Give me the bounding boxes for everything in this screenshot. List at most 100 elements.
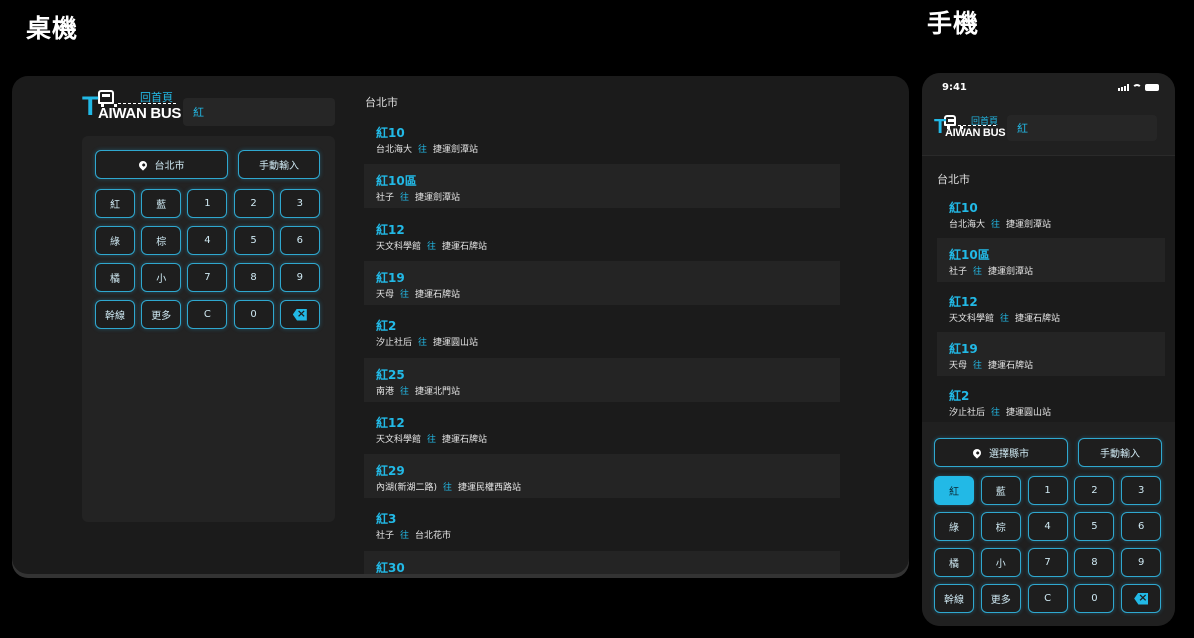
- key-藍[interactable]: 藍: [141, 189, 182, 218]
- route-name: 紅10區: [949, 248, 990, 262]
- route-row[interactable]: 紅2 汐止社后往捷運圓山站: [937, 379, 1165, 422]
- route-row[interactable]: 紅25 南港往捷運北門站: [364, 357, 840, 402]
- route-row[interactable]: 紅2 汐止社后往捷運圓山站: [364, 309, 840, 353]
- select-city-button[interactable]: 選擇縣市: [934, 438, 1068, 467]
- key-2[interactable]: 2: [233, 189, 274, 218]
- button-label: 6: [296, 235, 303, 246]
- backspace-key[interactable]: [279, 300, 320, 329]
- key-8[interactable]: 8: [1074, 548, 1115, 577]
- key-5[interactable]: 5: [233, 226, 274, 255]
- button-label: 3: [296, 198, 303, 209]
- key-綠[interactable]: 綠: [95, 226, 135, 255]
- route-row[interactable]: 紅12 天文科學館往捷運石牌站: [937, 285, 1165, 329]
- route-list: 紅10 台北海大往捷運劍潭站 紅10區 社子往捷運劍潭站 紅12 天文科學館往捷運石牌站紅…: [364, 116, 840, 574]
- button-label: 8: [250, 272, 257, 283]
- route-row[interactable]: 紅10區 社子往捷運劍潭站: [364, 164, 840, 209]
- direction-word: 往: [427, 434, 437, 445]
- key-6[interactable]: 6: [279, 226, 320, 255]
- route-row[interactable]: 紅19 天母往捷運石牌站: [937, 332, 1165, 376]
- button-label: 8: [1091, 557, 1098, 568]
- route-direction: 南港往捷運北門站: [376, 384, 460, 397]
- key-3[interactable]: 3: [1121, 476, 1162, 505]
- logo-dash: [118, 103, 176, 104]
- location-pin-icon: [136, 158, 149, 171]
- manual-input-button[interactable]: 手動輸入: [238, 150, 320, 179]
- key-C[interactable]: C: [1027, 584, 1068, 613]
- button-label: 選擇縣市: [989, 449, 1029, 460]
- route-row[interactable]: 紅12 天文科學館往捷運石牌站: [364, 213, 840, 257]
- route-direction: 汐止社后往捷運圓山站: [376, 335, 478, 348]
- route-destination: 捷運圓山站: [1006, 408, 1052, 418]
- select-city-button[interactable]: 台北市: [95, 150, 228, 179]
- key-1[interactable]: 1: [1027, 476, 1068, 505]
- manual-input-button[interactable]: 手動輸入: [1078, 438, 1162, 467]
- button-label: 5: [1091, 521, 1098, 532]
- mobile-frame: 9:41 回首頁 T AIWAN BUS 紅 台北市 紅10 台北海大往捷運劍潭站…: [922, 73, 1175, 626]
- route-row[interactable]: 紅30: [364, 550, 840, 574]
- key-3[interactable]: 3: [279, 189, 320, 218]
- key-藍[interactable]: 藍: [980, 476, 1021, 505]
- route-origin: 天文科學館: [376, 241, 422, 252]
- key-2[interactable]: 2: [1074, 476, 1115, 505]
- key-7[interactable]: 7: [1027, 548, 1068, 577]
- key-幹線[interactable]: 幹線: [95, 300, 135, 329]
- status-time: 9:41: [942, 82, 967, 93]
- button-label: 幹線: [944, 595, 964, 606]
- key-橘[interactable]: 橘: [934, 548, 974, 577]
- route-direction: 台北海大往捷運劍潭站: [949, 217, 1051, 230]
- key-小[interactable]: 小: [141, 263, 182, 292]
- key-紅[interactable]: 紅: [934, 476, 974, 505]
- button-label: 9: [296, 272, 303, 283]
- route-name: 紅12: [949, 295, 978, 309]
- route-row[interactable]: 紅12 天文科學館往捷運石牌站: [364, 406, 840, 450]
- key-5[interactable]: 5: [1074, 512, 1115, 541]
- key-棕[interactable]: 棕: [980, 512, 1021, 541]
- route-row[interactable]: 紅29 內湖(新湖二路) 往捷運民權西路站: [364, 454, 840, 499]
- key-9[interactable]: 9: [279, 263, 320, 292]
- logo-dash: [958, 125, 996, 126]
- route-destination: 捷運劍潭站: [988, 267, 1034, 277]
- route-row[interactable]: 紅19 天母往捷運石牌站: [364, 260, 840, 305]
- route-row[interactable]: 紅3 社子往台北花市: [364, 502, 840, 546]
- direction-word: 往: [1000, 314, 1010, 324]
- route-destination: 台北花市: [415, 531, 452, 542]
- route-row[interactable]: 紅10 台北海大往捷運劍潭站: [937, 191, 1165, 235]
- key-6[interactable]: 6: [1121, 512, 1162, 541]
- key-7[interactable]: 7: [187, 263, 228, 292]
- backspace-key[interactable]: [1121, 584, 1162, 613]
- key-9[interactable]: 9: [1121, 548, 1162, 577]
- key-紅[interactable]: 紅: [95, 189, 135, 218]
- route-origin: 社子: [376, 193, 395, 204]
- key-0[interactable]: 0: [233, 300, 274, 329]
- button-label: 紅: [949, 487, 959, 498]
- city-title-mobile: 台北市: [937, 173, 970, 186]
- taiwan-bus-logo[interactable]: 回首頁 T AIWAN BUS: [82, 90, 182, 124]
- key-更多[interactable]: 更多: [141, 300, 182, 329]
- key-小[interactable]: 小: [980, 548, 1021, 577]
- bus-icon: [98, 90, 117, 107]
- key-0[interactable]: 0: [1074, 584, 1115, 613]
- button-label: 2: [1091, 485, 1098, 496]
- route-search-input-mobile[interactable]: 紅: [1007, 115, 1157, 141]
- route-search-input[interactable]: 紅: [183, 98, 335, 126]
- key-8[interactable]: 8: [233, 263, 274, 292]
- button-label: 0: [250, 309, 257, 320]
- key-更多[interactable]: 更多: [980, 584, 1021, 613]
- route-name: 紅10: [949, 201, 978, 215]
- key-綠[interactable]: 綠: [934, 512, 974, 541]
- taiwan-bus-logo-mobile[interactable]: 回首頁 T AIWAN BUS: [934, 115, 1006, 141]
- key-棕[interactable]: 棕: [141, 226, 182, 255]
- key-4[interactable]: 4: [187, 226, 228, 255]
- route-row[interactable]: 紅10 台北海大往捷運劍潭站: [364, 116, 840, 160]
- key-4[interactable]: 4: [1027, 512, 1068, 541]
- direction-word: 往: [418, 145, 428, 155]
- key-橘[interactable]: 橘: [95, 263, 135, 292]
- button-label: 3: [1138, 485, 1145, 496]
- route-name: 紅2: [376, 319, 397, 334]
- key-C[interactable]: C: [187, 300, 228, 329]
- route-row[interactable]: 紅10區 社子往捷運劍潭站: [937, 238, 1165, 282]
- key-1[interactable]: 1: [187, 189, 228, 218]
- button-label: 橘: [110, 274, 120, 285]
- button-label: 更多: [990, 595, 1011, 606]
- key-幹線[interactable]: 幹線: [934, 584, 974, 613]
